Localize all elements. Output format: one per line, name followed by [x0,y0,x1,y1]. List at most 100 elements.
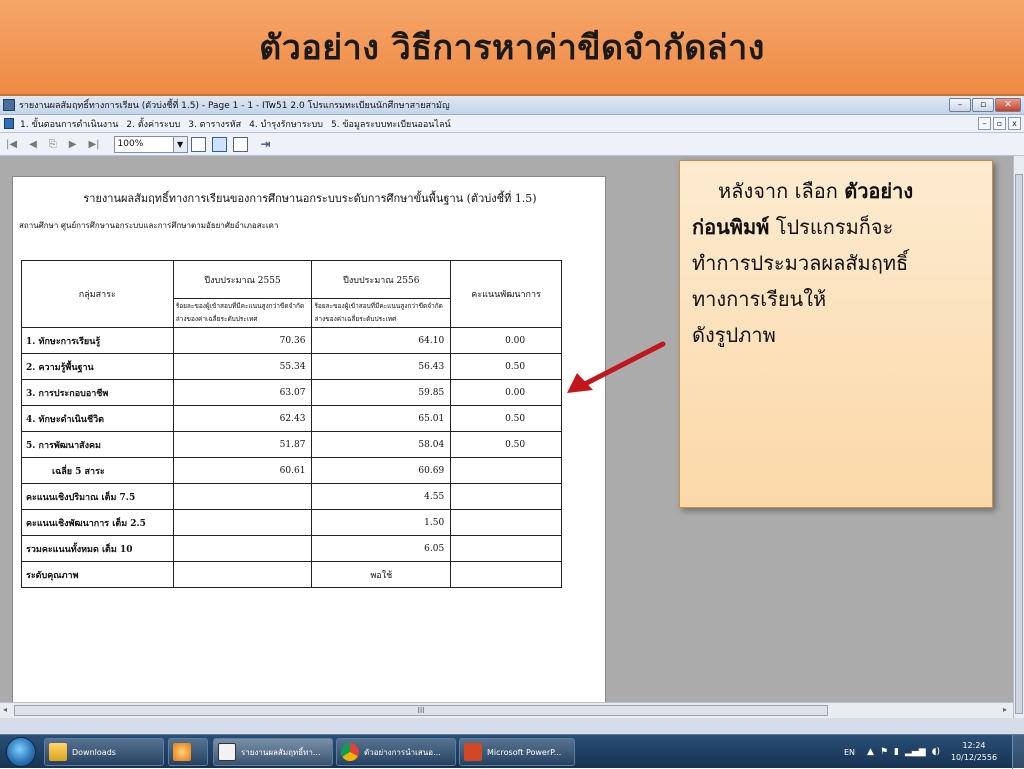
table-row: 1. ทักษะการเรียนรู้ 70.36 64.10 0.00 [21,327,562,354]
preview-toolbar: |◀ ◀ ⎘ ▶ ▶| 100% ▼ ⇥ [0,133,1024,156]
system-tray: EN ▲ ⚑ ▮ ▂▄▆ ◖) 12:24 10/12/2556 [844,735,1024,769]
row-y1: 51.87 [172,431,313,458]
row-dev [450,483,562,510]
row-dev: 0.50 [450,431,562,458]
summary-row: คะแนนเชิงปริมาณ เต็ม 7.5 4.55 [21,483,562,510]
chevron-down-icon[interactable]: ▼ [172,136,187,152]
window-controls: – ▫ ✕ [949,98,1021,112]
copy-icon[interactable]: ⎘ [49,139,57,150]
signal-icon[interactable]: ▂▄▆ [905,747,926,757]
row-y1: 70.36 [172,327,313,354]
row-label: คะแนนเชิงพัฒนาการ เต็ม 2.5 [21,509,174,536]
menu-item-code-tables[interactable]: 3. ตารางรหัส [188,117,241,131]
table-row: 5. การพัฒนาสังคม 51.87 58.04 0.50 [21,431,562,458]
prev-page-icon[interactable]: ◀ [29,139,37,150]
first-page-icon[interactable]: |◀ [6,139,17,150]
callout-text-2: โปรแกรมก็จะ [769,215,894,239]
scroll-thumb[interactable] [1015,174,1023,714]
task-powerpoint[interactable]: Microsoft PowerP... [459,738,575,766]
callout-bold-2: ก่อนพิมพ์ [692,215,770,239]
row-dev: 0.00 [450,327,562,354]
window-title: รายงานผลสัมฤทธิ์ทางการเรียน (ตัวบ่งชี้ที… [19,101,450,111]
close-button[interactable]: ✕ [995,98,1021,112]
next-page-icon[interactable]: ▶ [69,139,77,150]
header-year1-sub: ร้อยละของผู้เข้าสอบที่มีคะแนนสูงกว่าขีดจ… [172,298,313,328]
header-year2: ปีงบประมาณ 2556 [311,260,452,299]
last-page-icon[interactable]: ▶| [88,139,99,150]
header-group: กลุ่มสาระ [21,260,174,328]
callout-bold-1: ตัวอย่าง [844,179,914,203]
task-report-app[interactable]: รายงานผลสัมฤทธิ์ทา... [213,738,333,766]
menu-item-settings[interactable]: 2. ตั้งค่าระบบ [126,117,180,131]
task-chrome[interactable]: ตัวอย่างการนำเสนอ... [336,738,456,766]
mdi-restore-button[interactable]: ▫ [993,117,1006,130]
network-icon[interactable]: ▮ [894,747,899,757]
menu-item-maintenance[interactable]: 4. บำรุงรักษาระบบ [249,117,323,131]
taskbar: Downloads รายงานผลสัมฤทธิ์ทา... ตัวอย่าง… [0,734,1024,769]
clock-time: 12:24 [962,741,986,750]
task-label: Microsoft PowerP... [487,747,562,757]
row-label: 4. ทักษะดำเนินชีวิต [21,405,174,432]
maximize-button[interactable]: ▫ [972,98,994,112]
flag-icon[interactable]: ⚑ [880,747,888,757]
row-y1 [172,535,313,562]
task-media-player[interactable] [168,738,208,766]
callout-text-1: หลังจาก เลือก [718,179,845,203]
task-label: Downloads [72,747,116,757]
row-label: 5. การพัฒนาสังคม [21,431,174,458]
zoom-select[interactable]: 100% ▼ [113,135,188,153]
mdi-minimize-button[interactable]: – [978,117,991,130]
start-button[interactable] [6,737,36,767]
mdi-controls: – ▫ x [978,117,1021,130]
single-page-icon[interactable] [190,136,206,152]
slide-title: ตัวอย่าง วิธีการหาค่าขีดจำกัดล่าง [259,28,765,68]
two-page-icon[interactable] [211,136,227,152]
scroll-left-icon[interactable]: ◂ [3,705,7,714]
media-player-icon [173,743,191,761]
clock[interactable]: 12:24 10/12/2556 [946,740,1002,764]
row-dev: 0.50 [450,405,562,432]
powerpoint-icon [464,743,482,761]
folder-icon [49,743,67,761]
row-label: เฉลี่ย 5 สาระ [21,457,174,484]
document-icon [4,118,14,129]
chrome-icon [341,743,359,761]
row-y1 [172,561,313,588]
scroll-right-icon[interactable]: ▸ [1003,705,1007,714]
row-dev [450,535,562,562]
quality-row: ระดับคุณภาพ พอใช้ [21,561,562,588]
row-y1: 60.61 [172,457,313,484]
show-desktop-button[interactable] [1012,735,1024,769]
row-label: 2. ความรู้พื้นฐาน [21,353,174,380]
scroll-thumb[interactable]: III [14,705,828,716]
row-dev [450,457,562,484]
row-dev: 0.00 [450,379,562,406]
row-y1: 63.07 [172,379,313,406]
row-label: 1. ทักษะการเรียนรู้ [21,327,174,354]
minimize-button[interactable]: – [949,98,971,112]
row-label: รวมคะแนนทั้งหมด เต็ม 10 [21,535,174,562]
menu-item-workflow[interactable]: 1. ขั้นตอนการดำเนินงาน [20,117,118,131]
language-indicator[interactable]: EN [844,748,855,757]
mdi-close-button[interactable]: x [1008,117,1021,130]
multi-page-icon[interactable] [232,136,248,152]
row-y2: พอใช้ [311,561,452,588]
row-y1: 55.34 [172,353,313,380]
vertical-scrollbar[interactable] [1013,156,1024,718]
report-title: รายงานผลสัมฤทธิ์ทางการเรียนของการศึกษานอ… [83,192,537,205]
row-label: คะแนนเชิงปริมาณ เต็ม 7.5 [21,483,174,510]
volume-icon[interactable]: ◖) [932,747,940,757]
tray-expand-icon[interactable]: ▲ [867,747,874,757]
menu-bar: 1. ขั้นตอนการดำเนินงาน 2. ตั้งค่าระบบ 3.… [0,115,1024,133]
menu-item-online-registry[interactable]: 5. ข้อมูลระบบทะเบียนออนไลน์ [331,117,451,131]
row-y2: 6.05 [311,535,452,562]
header-year1: ปีงบประมาณ 2555 [172,260,313,299]
horizontal-scrollbar[interactable]: ◂ III ▸ [0,702,1013,718]
task-downloads[interactable]: Downloads [44,738,164,766]
row-y2: 59.85 [311,379,452,406]
row-label: ระดับคุณภาพ [21,561,174,588]
row-y1: 62.43 [172,405,313,432]
window-titlebar[interactable]: รายงานผลสัมฤทธิ์ทางการเรียน (ตัวบ่งชี้ที… [0,96,1024,115]
red-arrow-icon [567,341,666,393]
exit-preview-icon[interactable]: ⇥ [261,137,271,151]
